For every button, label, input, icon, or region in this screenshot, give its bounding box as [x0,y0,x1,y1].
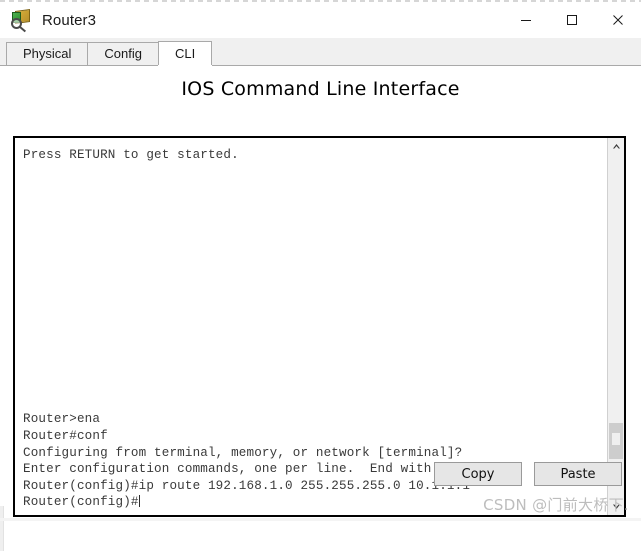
router-cli-window: Router3 Physical Config CLI IOS Command … [0,2,641,551]
minimize-button[interactable] [503,2,549,38]
close-icon [613,15,623,25]
scroll-up-button[interactable] [608,138,624,155]
packet-tracer-router-icon [11,8,33,33]
tab-config[interactable]: Config [87,42,159,65]
terminal-line: Press RETURN to get started. [23,148,239,162]
title-bar: Router3 [0,2,641,38]
scrollbar-thumb-grip [612,433,620,445]
capture-edge-left [0,506,4,551]
terminal-line: Router#conf [23,429,108,444]
copy-button[interactable]: Copy [434,462,522,486]
scroll-up-arrow-icon [612,144,620,149]
page-title: IOS Command Line Interface [181,78,460,100]
tab-cli[interactable]: CLI [158,41,213,65]
scrollbar-thumb[interactable] [609,423,623,459]
paste-button[interactable]: Paste [534,462,622,486]
window-controls [503,2,641,38]
close-button[interactable] [595,2,641,38]
maximize-button[interactable] [549,2,595,38]
minimize-icon [521,20,531,21]
tab-physical[interactable]: Physical [6,42,89,65]
tab-bar: Physical Config CLI [0,38,641,66]
window-title: Router3 [42,11,97,29]
terminal-top-lines: Press RETURN to get started. [23,147,603,164]
footer-bar: Copy Paste CSDN @门前大桥下. [0,459,641,521]
watermark-text: CSDN @门前大桥下. [483,496,629,514]
terminal-line: Router>ena [23,412,101,427]
cli-panel: IOS Command Line Interface Press RETURN … [0,66,641,551]
maximize-icon [567,15,577,25]
